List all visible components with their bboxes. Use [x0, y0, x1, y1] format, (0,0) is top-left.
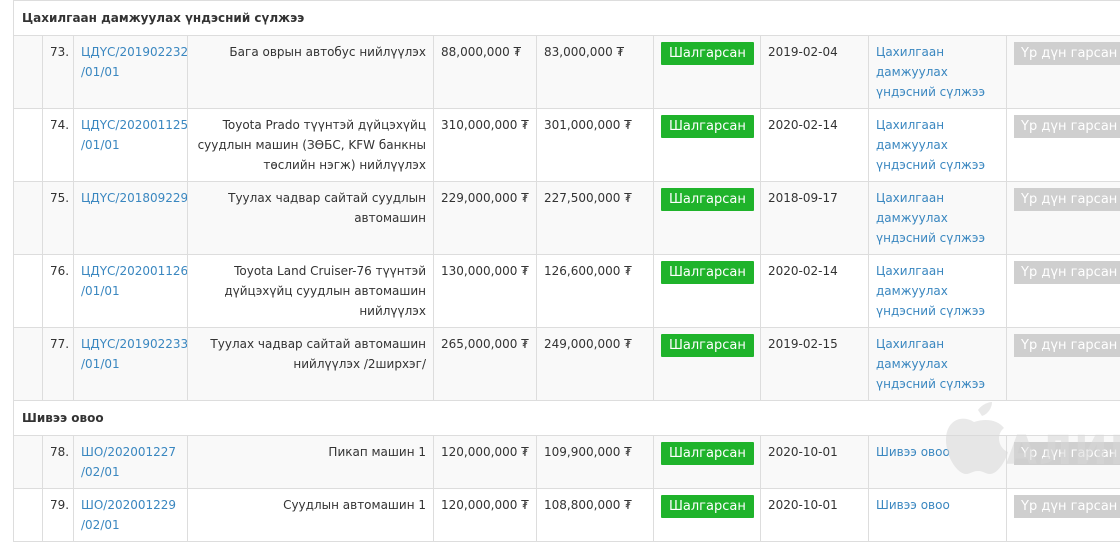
budget-amount: 310,000,000 ₮ — [434, 109, 537, 182]
table-row: 75. ЦДҮС/201809229Туулах чадвар сайтай су… — [14, 182, 1120, 255]
tender-name: Туулах чадвар сайтай суудлын автомашин — [188, 182, 434, 255]
tender-code-link[interactable]: ЦДҮС/201809229 — [81, 191, 188, 205]
tender-date: 2020-10-01 — [761, 436, 869, 489]
tender-name: Пикап машин 1 — [188, 436, 434, 489]
tender-name: Toyota Prado түүнтэй дүйцэхүйц суудлын м… — [188, 109, 434, 182]
table-row: 73.ЦДҮС/201902232 /01/01Бага оврын автоб… — [14, 36, 1120, 109]
tender-name: Туулах чадвар сайтай автомашин нийлүүлэх… — [188, 328, 434, 401]
budget-amount: 120,000,000 ₮ — [434, 489, 537, 542]
organization-link[interactable]: Шивээ овоо — [876, 445, 950, 459]
organization-link[interactable]: Цахилгаан дамжуулах үндэсний сүлжээ — [876, 118, 985, 172]
result-button[interactable]: Үр дүн гарсан — [1014, 334, 1120, 357]
table-row: 74.ЦДҮС/202001125 /01/01Toyota Prado түү… — [14, 109, 1120, 182]
status-badge: Шалгарсан — [661, 115, 754, 138]
row-number: 77. — [43, 328, 74, 401]
tender-date: 2020-02-14 — [761, 109, 869, 182]
contract-amount: 108,800,000 ₮ — [537, 489, 654, 542]
group-title: Цахилгаан дамжуулах үндэсний сүлжээ — [22, 11, 304, 25]
table-row: 77.ЦДҮС/201902233 /01/01Туулах чадвар са… — [14, 328, 1120, 401]
row-number: 74. — [43, 109, 74, 182]
tender-code-link[interactable]: ШО/202001229 /02/01 — [81, 498, 176, 532]
row-number: 76. — [43, 255, 74, 328]
tender-code-link[interactable]: ЦДҮС/201902232 /01/01 — [81, 45, 188, 79]
budget-amount: 130,000,000 ₮ — [434, 255, 537, 328]
tender-date: 2019-02-04 — [761, 36, 869, 109]
organization-link[interactable]: Шивээ овоо — [876, 498, 950, 512]
group-header-row: Шивээ овоо — [14, 401, 1120, 436]
organization-link[interactable]: Цахилгаан дамжуулах үндэсний сүлжээ — [876, 264, 985, 318]
organization-link[interactable]: Цахилгаан дамжуулах үндэсний сүлжээ — [876, 191, 985, 245]
result-button[interactable]: Үр дүн гарсан — [1014, 115, 1120, 138]
status-badge: Шалгарсан — [661, 261, 754, 284]
table-row: 78.ШО/202001227 /02/01 Пикап машин 1120,0… — [14, 436, 1120, 489]
tender-code-link[interactable]: ЦДҮС/202001125 /01/01 — [81, 118, 188, 152]
group-title: Шивээ овоо — [22, 411, 104, 425]
status-badge: Шалгарсан — [661, 42, 754, 65]
result-button[interactable]: Үр дүн гарсан — [1014, 42, 1120, 65]
contract-amount: 109,900,000 ₮ — [537, 436, 654, 489]
contract-amount: 249,000,000 ₮ — [537, 328, 654, 401]
status-badge: Шалгарсан — [661, 188, 754, 211]
tender-name: Бага оврын автобус нийлүүлэх — [188, 36, 434, 109]
tender-date: 2020-02-14 — [761, 255, 869, 328]
budget-amount: 229,000,000 ₮ — [434, 182, 537, 255]
result-button[interactable]: Үр дүн гарсан — [1014, 495, 1120, 518]
tender-name: Суудлын автомашин 1 — [188, 489, 434, 542]
tender-date: 2019-02-15 — [761, 328, 869, 401]
row-number: 78. — [43, 436, 74, 489]
tender-name: Toyota Land Cruiser-76 түүнтэй дүйцэхүйц… — [188, 255, 434, 328]
tender-date: 2020-10-01 — [761, 489, 869, 542]
status-badge: Шалгарсан — [661, 334, 754, 357]
budget-amount: 120,000,000 ₮ — [434, 436, 537, 489]
result-button[interactable]: Үр дүн гарсан — [1014, 188, 1120, 211]
result-button[interactable]: Үр дүн гарсан — [1014, 442, 1120, 465]
row-number: 73. — [43, 36, 74, 109]
tender-code-link[interactable]: ЦДҮС/202001126 /01/01 — [81, 264, 188, 298]
status-badge: Шалгарсан — [661, 495, 754, 518]
tender-code-link[interactable]: ЦДҮС/201902233 /01/01 — [81, 337, 188, 371]
contract-amount: 126,600,000 ₮ — [537, 255, 654, 328]
group-header-row: Цахилгаан дамжуулах үндэсний сүлжээ — [14, 1, 1120, 36]
organization-link[interactable]: Цахилгаан дамжуулах үндэсний сүлжээ — [876, 337, 985, 391]
row-number: 79. — [43, 489, 74, 542]
budget-amount: 265,000,000 ₮ — [434, 328, 537, 401]
budget-amount: 88,000,000 ₮ — [434, 36, 537, 109]
contract-amount: 301,000,000 ₮ — [537, 109, 654, 182]
status-badge: Шалгарсан — [661, 442, 754, 465]
tender-date: 2018-09-17 — [761, 182, 869, 255]
table-row: 79.ШО/202001229 /02/01 Суудлын автомашин … — [14, 489, 1120, 542]
tender-results-table: Цахилгаан дамжуулах үндэсний сүлжээ73.ЦД… — [13, 0, 1120, 542]
contract-amount: 227,500,000 ₮ — [537, 182, 654, 255]
result-button[interactable]: Үр дүн гарсан — [1014, 261, 1120, 284]
table-row: 76.ЦДҮС/202001126 /01/01Toyota Land Crui… — [14, 255, 1120, 328]
tender-code-link[interactable]: ШО/202001227 /02/01 — [81, 445, 176, 479]
organization-link[interactable]: Цахилгаан дамжуулах үндэсний сүлжээ — [876, 45, 985, 99]
row-number: 75. — [43, 182, 74, 255]
contract-amount: 83,000,000 ₮ — [537, 36, 654, 109]
